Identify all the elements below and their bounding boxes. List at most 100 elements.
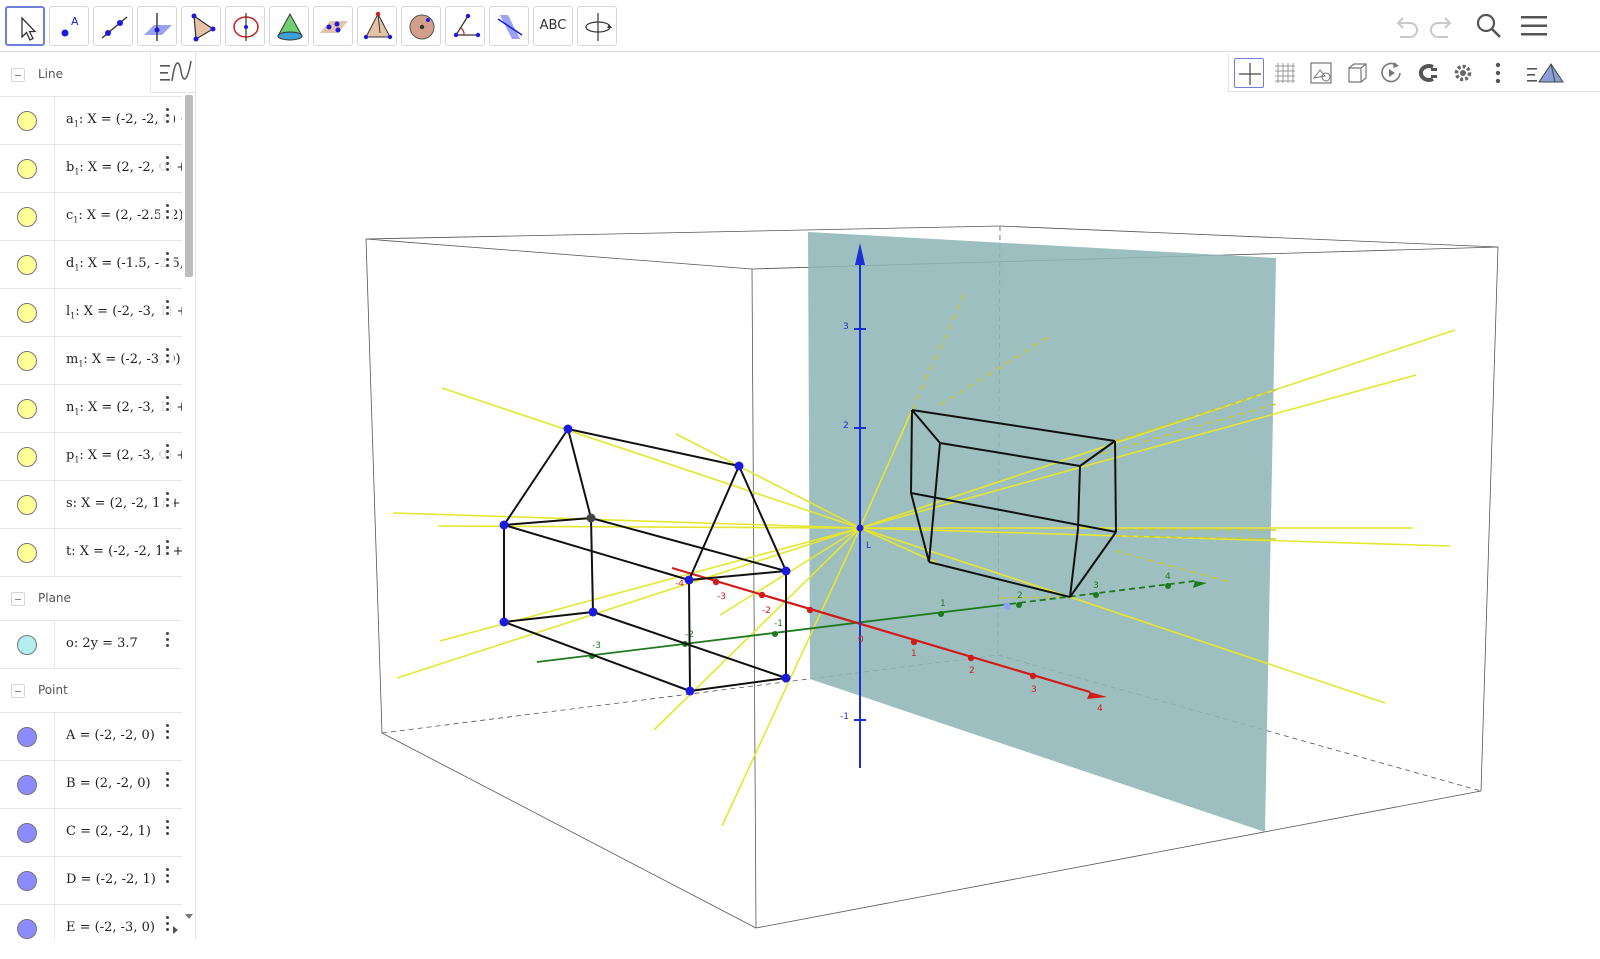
- reflect-plane-tool-button[interactable]: [489, 6, 529, 46]
- main-menu-button[interactable]: [1516, 8, 1552, 44]
- line-icon: [101, 16, 128, 39]
- visibility-toggle-icon[interactable]: [17, 543, 37, 563]
- visibility-toggle-icon[interactable]: [17, 111, 37, 131]
- algebra-item-a1[interactable]: a1: X = (-2, -2, 0) +: [0, 97, 182, 145]
- object-definition[interactable]: o: 2y = 3.7: [66, 636, 138, 651]
- item-menu-icon[interactable]: [160, 629, 174, 659]
- visibility-toggle-icon[interactable]: [17, 447, 37, 467]
- item-menu-icon[interactable]: [160, 817, 174, 847]
- rotate-view-tool-button[interactable]: [577, 6, 617, 46]
- section-label: Plane: [38, 591, 71, 605]
- text-tool-button[interactable]: ABC: [533, 6, 573, 46]
- point-tool-button[interactable]: A: [49, 6, 89, 46]
- axes-toggle-button[interactable]: [1234, 58, 1264, 88]
- visibility-toggle-icon[interactable]: [17, 255, 37, 275]
- graphics-3d-view[interactable]: -4 -3 -2 0 1 2 3 4 -3 -2 -1 1 2 3 4 -1 2…: [204, 53, 1600, 939]
- visibility-toggle-icon[interactable]: [17, 399, 37, 419]
- object-name: C: [66, 824, 76, 839]
- algebra-item-l1[interactable]: l1: X = (-2, -3, 1) +: [0, 289, 182, 337]
- algebra-item-t[interactable]: t: X = (-2, -2, 1) +: [0, 529, 182, 577]
- circle-axis-tool-button[interactable]: [225, 6, 265, 46]
- item-menu-icon[interactable]: [160, 201, 174, 231]
- object-definition[interactable]: A = (-2, -2, 0): [66, 728, 155, 743]
- algebra-item-C[interactable]: C = (2, -2, 1): [0, 809, 182, 857]
- item-menu-icon[interactable]: [160, 297, 174, 327]
- angle-tool-button[interactable]: [445, 6, 485, 46]
- item-menu-icon[interactable]: [160, 537, 174, 567]
- undo-button[interactable]: [1388, 8, 1424, 44]
- visibility-toggle-icon[interactable]: [17, 919, 37, 939]
- settings-gear-icon: [1454, 64, 1472, 82]
- item-menu-icon[interactable]: [160, 769, 174, 799]
- clipping-box-button[interactable]: [1341, 58, 1371, 88]
- algebra-item-m1[interactable]: m1: X = (-2, -3, 0): [0, 337, 182, 385]
- item-menu-icon[interactable]: [160, 393, 174, 423]
- collapse-toggle-icon[interactable]: [11, 684, 25, 698]
- xoy-plane-button[interactable]: [1412, 58, 1442, 88]
- graphics-view-button[interactable]: [1306, 58, 1336, 88]
- projection-toggle-button[interactable]: [1525, 58, 1564, 88]
- visibility-toggle-icon[interactable]: [17, 495, 37, 515]
- visibility-toggle-icon[interactable]: [17, 351, 37, 371]
- algebra-item-s[interactable]: s: X = (2, -2, 1) +: [0, 481, 182, 529]
- algebra-item-c1[interactable]: c1: X = (2, -2.5, 2): [0, 193, 182, 241]
- visibility-cell: [0, 857, 55, 905]
- algebra-style-button[interactable]: [150, 53, 195, 93]
- section-header-plane[interactable]: Plane: [0, 577, 182, 621]
- algebra-item-p1[interactable]: p1: X = (2, -3, 0) +: [0, 433, 182, 481]
- object-value: : 2y = 3.7: [73, 636, 138, 651]
- algebra-item-B[interactable]: B = (2, -2, 0): [0, 761, 182, 809]
- algebra-item-A[interactable]: A = (-2, -2, 0): [0, 713, 182, 761]
- scroll-down-arrow-icon[interactable]: [183, 911, 195, 921]
- algebra-scroll-thumb[interactable]: [185, 95, 193, 277]
- item-menu-icon[interactable]: [160, 345, 174, 375]
- collapse-toggle-icon[interactable]: [11, 592, 25, 606]
- plane-o[interactable]: [808, 232, 1276, 832]
- sphere-tool-button[interactable]: [401, 6, 441, 46]
- redo-button[interactable]: [1424, 8, 1460, 44]
- collapse-toggle-icon[interactable]: [11, 68, 25, 82]
- search-button[interactable]: [1470, 8, 1506, 44]
- move-tool-button[interactable]: [5, 6, 45, 46]
- item-menu-icon[interactable]: [160, 865, 174, 895]
- pyramid-tool-button[interactable]: [357, 6, 397, 46]
- visibility-toggle-icon[interactable]: [17, 775, 37, 795]
- scroll-right-arrow-icon[interactable]: [170, 924, 180, 936]
- algebra-item-E[interactable]: E = (-2, -3, 0): [0, 905, 182, 939]
- polygon-tool-button[interactable]: [181, 6, 221, 46]
- visibility-toggle-icon[interactable]: [17, 871, 37, 891]
- item-menu-icon[interactable]: [160, 489, 174, 519]
- rotate-view-button[interactable]: [1376, 58, 1406, 88]
- line-tool-button[interactable]: [93, 6, 133, 46]
- visibility-cell: [0, 529, 55, 577]
- item-menu-icon[interactable]: [160, 721, 174, 751]
- algebra-item-n1[interactable]: n1: X = (2, -3, 1) +: [0, 385, 182, 433]
- object-definition[interactable]: C = (2, -2, 1): [66, 824, 151, 839]
- point-l[interactable]: [856, 524, 864, 532]
- item-menu-icon[interactable]: [160, 249, 174, 279]
- visibility-toggle-icon[interactable]: [17, 727, 37, 747]
- visibility-toggle-icon[interactable]: [17, 159, 37, 179]
- perpendicular-line-tool-button[interactable]: [137, 6, 177, 46]
- item-menu-icon[interactable]: [160, 441, 174, 471]
- algebra-item-d1[interactable]: d1: X = (-1.5, -2.5,: [0, 241, 182, 289]
- grid-toggle-button[interactable]: [1270, 58, 1300, 88]
- view-settings-button[interactable]: [1448, 58, 1478, 88]
- visibility-toggle-icon[interactable]: [17, 207, 37, 227]
- object-definition[interactable]: B = (2, -2, 0): [66, 776, 151, 791]
- object-definition[interactable]: D = (-2, -2, 1): [66, 872, 156, 887]
- algebra-item-b1[interactable]: b1: X = (2, -2, 0) +: [0, 145, 182, 193]
- visibility-toggle-icon[interactable]: [17, 823, 37, 843]
- plane-axis-point[interactable]: [1003, 602, 1011, 610]
- item-menu-icon[interactable]: [160, 153, 174, 183]
- section-header-point[interactable]: Point: [0, 669, 182, 713]
- visibility-toggle-icon[interactable]: [17, 635, 37, 655]
- object-definition[interactable]: E = (-2, -3, 0): [66, 920, 155, 935]
- item-menu-icon[interactable]: [160, 105, 174, 135]
- algebra-item-D[interactable]: D = (-2, -2, 1): [0, 857, 182, 905]
- visibility-toggle-icon[interactable]: [17, 303, 37, 323]
- plane-points-tool-button[interactable]: [313, 6, 353, 46]
- more-options-button[interactable]: [1483, 58, 1513, 88]
- intersect-tool-button[interactable]: [269, 6, 309, 46]
- algebra-item-o[interactable]: o: 2y = 3.7: [0, 621, 182, 669]
